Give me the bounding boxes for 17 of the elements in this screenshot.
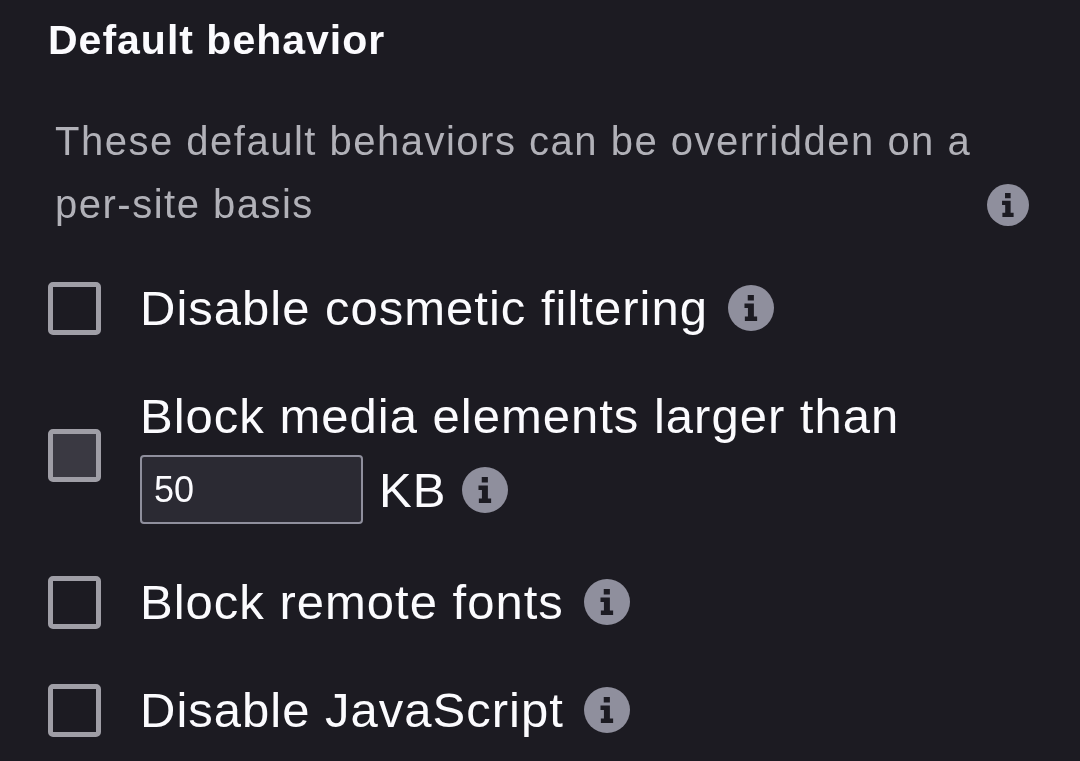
section-heading: Default behavior [48, 16, 386, 64]
info-icon[interactable] [987, 184, 1029, 226]
info-icon[interactable] [727, 285, 774, 331]
size-input[interactable]: 50 [140, 455, 363, 524]
checkbox[interactable] [48, 428, 101, 482]
option-label[interactable]: Block remote fonts [140, 572, 564, 632]
option-label[interactable]: Block media elements larger than [140, 386, 900, 446]
option-label[interactable]: Disable cosmetic filtering [140, 278, 708, 338]
info-icon[interactable] [583, 579, 630, 625]
checkbox[interactable] [48, 575, 101, 629]
option-label[interactable]: Disable JavaScript [140, 680, 564, 740]
info-icon[interactable] [583, 687, 630, 733]
info-icon[interactable] [462, 466, 509, 513]
description-text: These default behaviors can be overridden on a per-site basis [55, 118, 973, 228]
unit-label: KB [379, 461, 447, 519]
checkbox[interactable] [48, 281, 101, 335]
checkbox[interactable] [48, 683, 101, 737]
